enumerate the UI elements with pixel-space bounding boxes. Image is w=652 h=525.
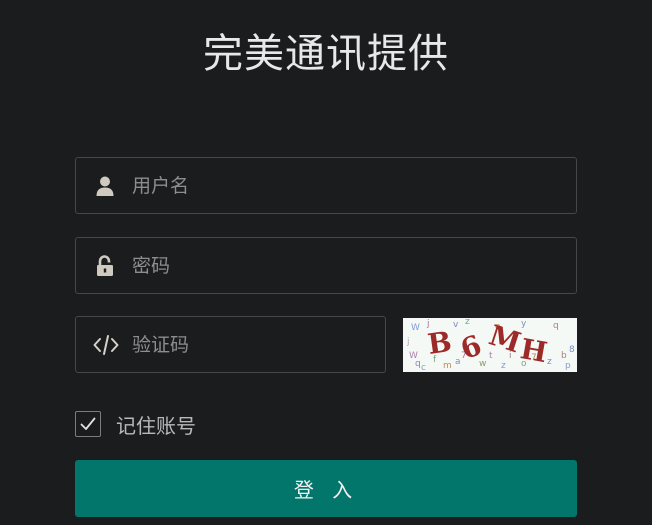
svg-text:B: B <box>426 325 454 361</box>
svg-text:v: v <box>453 320 459 330</box>
svg-text:a: a <box>455 357 461 367</box>
svg-text:q: q <box>553 321 559 331</box>
user-icon <box>93 174 117 198</box>
captcha-image[interactable]: W j v z o y q j W q c f m a 7 w t z i o … <box>403 318 577 372</box>
svg-text:W: W <box>411 323 420 333</box>
login-page: 完美通讯提供 用户名 验证码 W j v z o y q j W q c f m… <box>0 0 652 525</box>
remember-account[interactable]: 记住账号 <box>75 410 196 438</box>
svg-text:j: j <box>406 337 410 347</box>
remember-checkbox[interactable] <box>75 411 101 437</box>
svg-text:m: m <box>443 361 452 371</box>
username-input[interactable] <box>132 158 562 213</box>
svg-text:8: 8 <box>569 345 575 355</box>
check-icon <box>80 417 96 430</box>
svg-text:q: q <box>415 359 421 369</box>
svg-text:p: p <box>565 361 571 371</box>
svg-text:c: c <box>421 363 426 372</box>
svg-text:t: t <box>489 351 493 361</box>
svg-text:z: z <box>465 318 470 327</box>
page-title: 完美通讯提供 <box>203 31 449 77</box>
remember-label: 记住账号 <box>116 413 196 438</box>
svg-text:H: H <box>518 332 550 369</box>
password-input[interactable] <box>132 238 562 293</box>
login-button[interactable]: 登 入 <box>75 460 577 517</box>
captcha-field[interactable] <box>75 316 386 373</box>
svg-text:z: z <box>547 357 552 367</box>
password-field[interactable] <box>75 237 577 294</box>
svg-text:b: b <box>561 351 567 361</box>
svg-text:z: z <box>501 361 506 371</box>
code-icon <box>93 333 119 357</box>
username-field[interactable] <box>75 157 577 214</box>
captcha-input[interactable] <box>132 317 372 372</box>
unlock-icon <box>93 254 117 278</box>
